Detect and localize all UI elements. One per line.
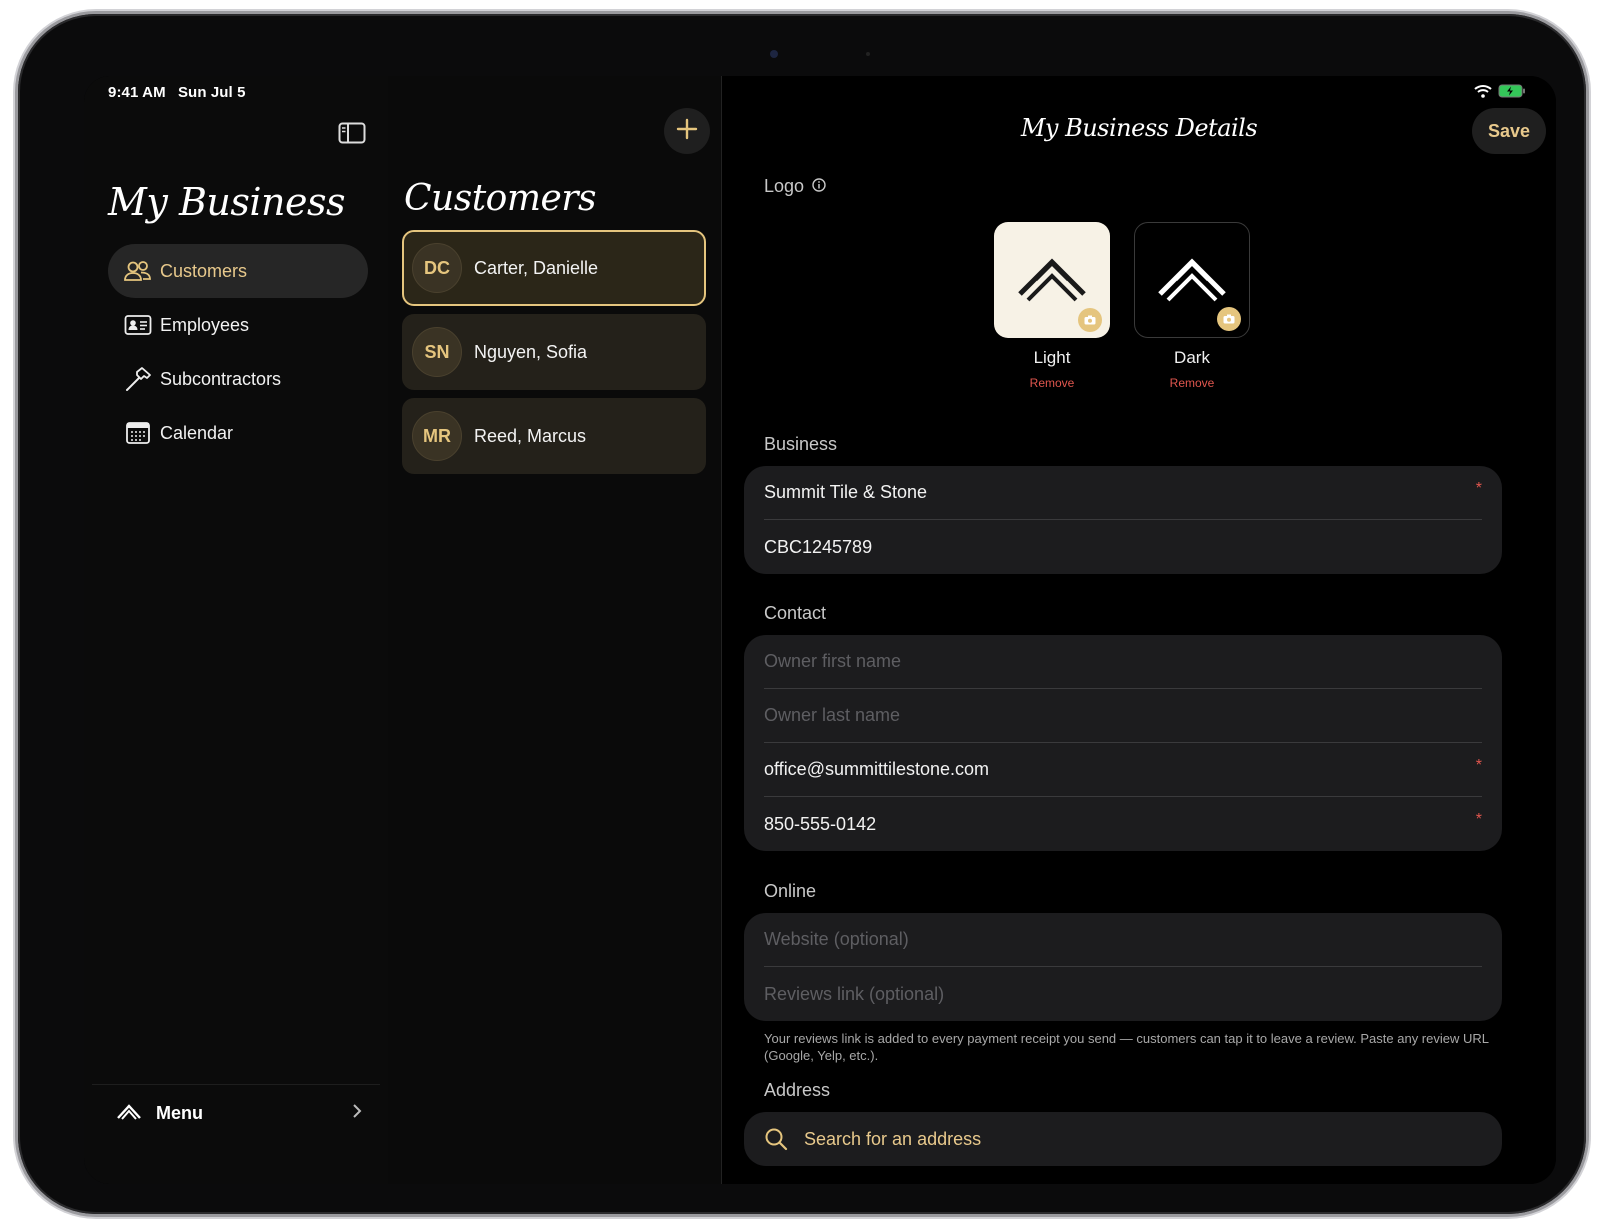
address-group: Search for an address xyxy=(744,1112,1502,1166)
required-marker: * xyxy=(1475,757,1482,774)
customer-name: Reed, Marcus xyxy=(474,425,587,446)
avatar: MR xyxy=(412,411,462,461)
customers-title: Customers xyxy=(404,178,596,219)
logo-light-caption: Light xyxy=(1033,348,1071,367)
logo-tiles: Light Remove Dark Remove xyxy=(994,222,1250,390)
sidebar-item-customers[interactable]: Customers xyxy=(108,244,368,298)
owner-last-name-field[interactable]: Owner last name xyxy=(764,689,1482,743)
contact-section-label: Contact xyxy=(764,603,827,623)
people-icon xyxy=(122,258,154,284)
customer-row-nguyen-sofia[interactable]: SN Nguyen, Sofia xyxy=(402,314,706,390)
online-section-label: Online xyxy=(764,881,817,901)
address-section-label: Address xyxy=(764,1080,831,1100)
phone-field[interactable]: 850-555-0142 * xyxy=(764,797,1482,851)
reviews-link-field[interactable]: Reviews link (optional) xyxy=(764,967,1482,1021)
menu-label: Menu xyxy=(156,1103,203,1123)
battery-charging-icon xyxy=(1498,84,1526,103)
logo-section-label: Logo xyxy=(764,176,826,197)
add-customer-button[interactable] xyxy=(664,108,710,154)
owner-first-name-field[interactable]: Owner first name xyxy=(764,635,1482,689)
wifi-icon xyxy=(1474,84,1492,103)
remove-dark-logo-button[interactable]: Remove xyxy=(1134,376,1250,390)
email-field[interactable]: office@summittilestone.com * xyxy=(764,743,1482,797)
address-search-placeholder: Search for an address xyxy=(804,1128,982,1149)
light-sensor xyxy=(866,52,870,56)
sidebar-title: My Business xyxy=(108,180,345,224)
save-button[interactable]: Save xyxy=(1472,108,1546,154)
sidebar-item-label: Subcontractors xyxy=(160,368,282,389)
customer-list: DC Carter, Danielle SN Nguyen, Sofia MR … xyxy=(402,230,706,482)
online-group: Website (optional) Reviews link (optiona… xyxy=(744,913,1502,1021)
status-date: Sun Jul 5 xyxy=(177,84,246,101)
logo-label: Logo xyxy=(764,176,805,196)
hammer-icon xyxy=(122,366,154,392)
contact-group: Owner first name Owner last name office@… xyxy=(744,635,1502,851)
phone-value: 850-555-0142 xyxy=(764,813,877,834)
plus-icon xyxy=(676,118,698,145)
front-camera xyxy=(770,50,778,58)
required-marker: * xyxy=(1475,811,1482,828)
camera-icon[interactable] xyxy=(1078,308,1102,332)
status-bar-right xyxy=(1474,84,1526,103)
logo-dark-picker[interactable] xyxy=(1134,222,1250,338)
website-field[interactable]: Website (optional) xyxy=(764,913,1482,967)
remove-light-logo-button[interactable]: Remove xyxy=(994,376,1110,390)
avatar: SN xyxy=(412,327,462,377)
customer-row-carter-danielle[interactable]: DC Carter, Danielle xyxy=(402,230,706,306)
id-card-icon xyxy=(122,312,154,338)
sidebar-item-label: Calendar xyxy=(160,422,234,443)
license-number-value: CBC1245789 xyxy=(764,536,873,557)
business-group: Summit Tile & Stone * CBC1245789 xyxy=(744,466,1502,574)
logo-light-tile: Light Remove xyxy=(994,222,1110,390)
required-marker: * xyxy=(1475,480,1482,497)
logo-dark-caption: Dark xyxy=(1174,348,1210,367)
customer-row-reed-marcus[interactable]: MR Reed, Marcus xyxy=(402,398,706,474)
chevron-logo-icon xyxy=(1016,250,1088,311)
search-icon xyxy=(764,1127,788,1151)
sidebar: 9:41 AM Sun Jul 5 My Business Customers xyxy=(84,76,388,1184)
info-icon[interactable] xyxy=(812,176,826,197)
customers-column: Customers DC Carter, Danielle SN Nguyen,… xyxy=(388,76,722,1184)
business-section-label: Business xyxy=(764,434,838,454)
sidebar-item-employees[interactable]: Employees xyxy=(108,298,368,352)
app-logo-icon xyxy=(116,1100,142,1127)
business-name-value: Summit Tile & Stone xyxy=(764,482,928,502)
license-number-field[interactable]: CBC1245789 xyxy=(764,520,1482,574)
detail-title: My Business Details xyxy=(1020,114,1258,142)
sidebar-item-label: Employees xyxy=(160,314,250,335)
logo-light-picker[interactable] xyxy=(994,222,1110,338)
business-name-field[interactable]: Summit Tile & Stone * xyxy=(764,466,1482,520)
sidebar-toggle-icon[interactable] xyxy=(338,122,366,144)
sidebar-nav: Customers Employees Subcontractors Calen… xyxy=(108,244,368,460)
sidebar-menu-button[interactable]: Menu xyxy=(92,1084,380,1142)
logo-dark-tile: Dark Remove xyxy=(1134,222,1250,390)
chevron-right-icon xyxy=(352,1102,362,1125)
customer-name: Carter, Danielle xyxy=(474,257,599,278)
business-details-panel: My Business Details Save Logo Light Remo… xyxy=(722,76,1556,1184)
email-value: office@summittilestone.com xyxy=(764,759,990,779)
ipad-frame: 9:41 AM Sun Jul 5 My Business Customers xyxy=(18,14,1586,1214)
calendar-icon xyxy=(122,420,154,446)
avatar: DC xyxy=(412,243,462,293)
address-search-field[interactable]: Search for an address xyxy=(764,1112,1482,1166)
chevron-logo-icon xyxy=(1156,250,1228,311)
sidebar-item-calendar[interactable]: Calendar xyxy=(108,406,368,460)
screen: 9:41 AM Sun Jul 5 My Business Customers xyxy=(84,76,1556,1184)
status-bar-left: 9:41 AM Sun Jul 5 xyxy=(108,84,254,101)
sidebar-item-subcontractors[interactable]: Subcontractors xyxy=(108,352,368,406)
sidebar-item-label: Customers xyxy=(160,260,248,281)
camera-icon[interactable] xyxy=(1217,307,1241,331)
reviews-link-note: Your reviews link is added to every paym… xyxy=(764,1031,1489,1063)
customer-name: Nguyen, Sofia xyxy=(474,341,588,362)
status-time: 9:41 AM xyxy=(108,84,166,101)
